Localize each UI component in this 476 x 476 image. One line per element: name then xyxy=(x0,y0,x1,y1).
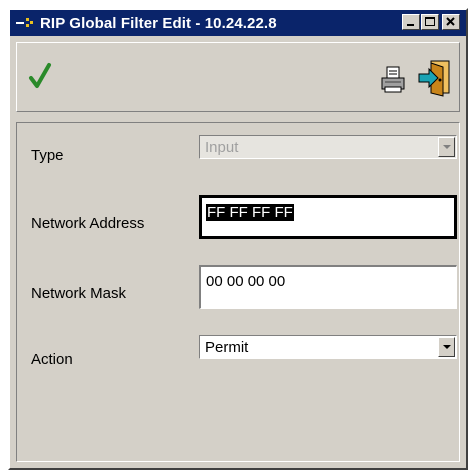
action-value: Permit xyxy=(205,339,249,356)
network-mask-value: 00 00 00 00 xyxy=(206,273,286,290)
chevron-down-icon[interactable] xyxy=(438,337,455,357)
exit-button[interactable] xyxy=(417,59,453,97)
maximize-icon xyxy=(425,17,435,26)
toolbar xyxy=(16,42,460,112)
minimize-icon xyxy=(407,24,414,26)
maximize-button[interactable] xyxy=(421,14,439,30)
close-button[interactable] xyxy=(442,14,460,30)
network-mask-label: Network Mask xyxy=(31,285,127,302)
type-value: Input xyxy=(205,139,239,156)
print-button[interactable] xyxy=(379,65,407,95)
action-select[interactable]: Permit xyxy=(199,335,457,359)
exit-door-icon xyxy=(418,60,450,97)
form-panel: Type Input Network Address FF FF FF FF N… xyxy=(16,122,460,462)
app-icon xyxy=(16,16,36,30)
checkmark-icon xyxy=(29,63,51,88)
window-controls xyxy=(401,14,460,30)
close-icon xyxy=(446,17,455,26)
type-select: Input xyxy=(199,135,457,159)
minimize-button[interactable] xyxy=(402,14,420,30)
type-label: Type xyxy=(31,147,64,164)
chevron-down-icon xyxy=(438,137,455,157)
network-mask-input[interactable]: 00 00 00 00 xyxy=(199,265,457,309)
network-address-input[interactable]: FF FF FF FF xyxy=(199,195,457,239)
network-address-label: Network Address xyxy=(31,215,145,232)
dialog-window: RIP Global Filter Edit - 10.24.22.8 Type… xyxy=(8,8,468,470)
title-bar[interactable]: RIP Global Filter Edit - 10.24.22.8 xyxy=(10,10,466,36)
window-title: RIP Global Filter Edit - 10.24.22.8 xyxy=(40,14,277,32)
network-address-value: FF FF FF FF xyxy=(206,204,294,221)
printer-icon xyxy=(381,66,405,93)
action-label: Action xyxy=(31,351,73,368)
apply-button[interactable] xyxy=(27,61,55,91)
